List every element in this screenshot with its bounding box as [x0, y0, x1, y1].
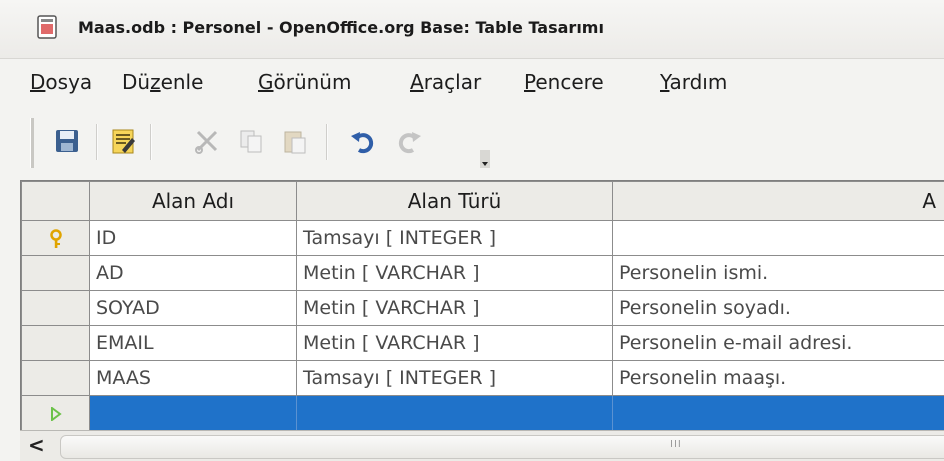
toolbar-separator — [326, 124, 328, 160]
field-name-cell[interactable] — [90, 396, 297, 431]
standard-toolbar — [0, 108, 944, 178]
horizontal-scrollbar[interactable]: < III — [20, 430, 944, 461]
toolbar-separator — [96, 124, 98, 160]
column-header-field-name[interactable]: Alan Adı — [90, 182, 297, 221]
description-cell[interactable] — [613, 396, 944, 431]
table-row[interactable]: ID Tamsayı [ INTEGER ] — [22, 221, 944, 256]
corner-header — [22, 182, 90, 221]
save-icon[interactable] — [52, 126, 82, 156]
table-row[interactable]: EMAIL Metin [ VARCHAR ] Personelin e-mai… — [22, 326, 944, 361]
menu-tools[interactable]: Araçlar — [410, 70, 481, 94]
redo-icon[interactable] — [394, 126, 424, 156]
field-name-cell[interactable]: EMAIL — [90, 326, 297, 361]
openoffice-base-icon — [36, 14, 58, 40]
description-cell[interactable]: Personelin ismi. — [613, 256, 944, 291]
field-name-cell[interactable]: ID — [90, 221, 297, 256]
menu-file[interactable]: Dosya — [30, 70, 92, 94]
menu-help[interactable]: Yardım — [660, 70, 727, 94]
new-row[interactable] — [22, 396, 944, 431]
table-row[interactable]: MAAS Tamsayı [ INTEGER ] Personelin maaş… — [22, 361, 944, 396]
row-header[interactable] — [22, 326, 90, 361]
field-type-cell[interactable]: Metin [ VARCHAR ] — [297, 256, 613, 291]
field-type-cell[interactable]: Tamsayı [ INTEGER ] — [297, 361, 613, 396]
field-type-cell[interactable]: Tamsayı [ INTEGER ] — [297, 221, 613, 256]
row-header[interactable] — [22, 361, 90, 396]
toolbar-overflow-icon[interactable] — [480, 150, 490, 168]
table-design-grid: Alan Adı Alan Türü A ID Tamsayı [ INTEGE… — [20, 180, 944, 432]
window-title: Maas.odb : Personel - OpenOffice.org Bas… — [78, 18, 604, 37]
edit-icon[interactable] — [108, 126, 138, 156]
field-name-cell[interactable]: MAAS — [90, 361, 297, 396]
field-name-cell[interactable]: SOYAD — [90, 291, 297, 326]
column-header-field-type[interactable]: Alan Türü — [297, 182, 613, 221]
menu-edit[interactable]: Düzenle — [122, 70, 203, 94]
description-cell[interactable]: Personelin maaşı. — [613, 361, 944, 396]
table-row[interactable]: SOYAD Metin [ VARCHAR ] Personelin soyad… — [22, 291, 944, 326]
row-header[interactable] — [22, 291, 90, 326]
description-cell[interactable] — [613, 221, 944, 256]
description-cell[interactable]: Personelin e-mail adresi. — [613, 326, 944, 361]
cut-icon[interactable] — [192, 126, 222, 156]
undo-icon[interactable] — [348, 126, 378, 156]
menu-window[interactable]: Pencere — [524, 70, 604, 94]
row-header[interactable] — [22, 256, 90, 291]
table-row[interactable]: AD Metin [ VARCHAR ] Personelin ismi. — [22, 256, 944, 291]
description-cell[interactable]: Personelin soyadı. — [613, 291, 944, 326]
paste-icon[interactable] — [280, 126, 310, 156]
row-header[interactable] — [22, 396, 90, 431]
copy-icon[interactable] — [236, 126, 266, 156]
field-type-cell[interactable]: Metin [ VARCHAR ] — [297, 326, 613, 361]
field-name-cell[interactable]: AD — [90, 256, 297, 291]
toolbar-grip[interactable] — [30, 118, 34, 168]
toolbar-separator — [150, 124, 152, 160]
menu-view[interactable]: Görünüm — [258, 70, 351, 94]
scrollbar-grip-icon: III — [670, 439, 682, 450]
new-row-arrow-icon — [50, 407, 62, 421]
field-type-cell[interactable]: Metin [ VARCHAR ] — [297, 291, 613, 326]
scroll-left-icon[interactable]: < — [28, 433, 45, 457]
title-bar: Maas.odb : Personel - OpenOffice.org Bas… — [0, 0, 944, 59]
primary-key-icon — [49, 229, 63, 249]
column-header-description[interactable]: A — [613, 182, 944, 221]
scrollbar-thumb[interactable] — [60, 435, 944, 459]
field-type-cell[interactable] — [297, 396, 613, 431]
row-header[interactable] — [22, 221, 90, 256]
